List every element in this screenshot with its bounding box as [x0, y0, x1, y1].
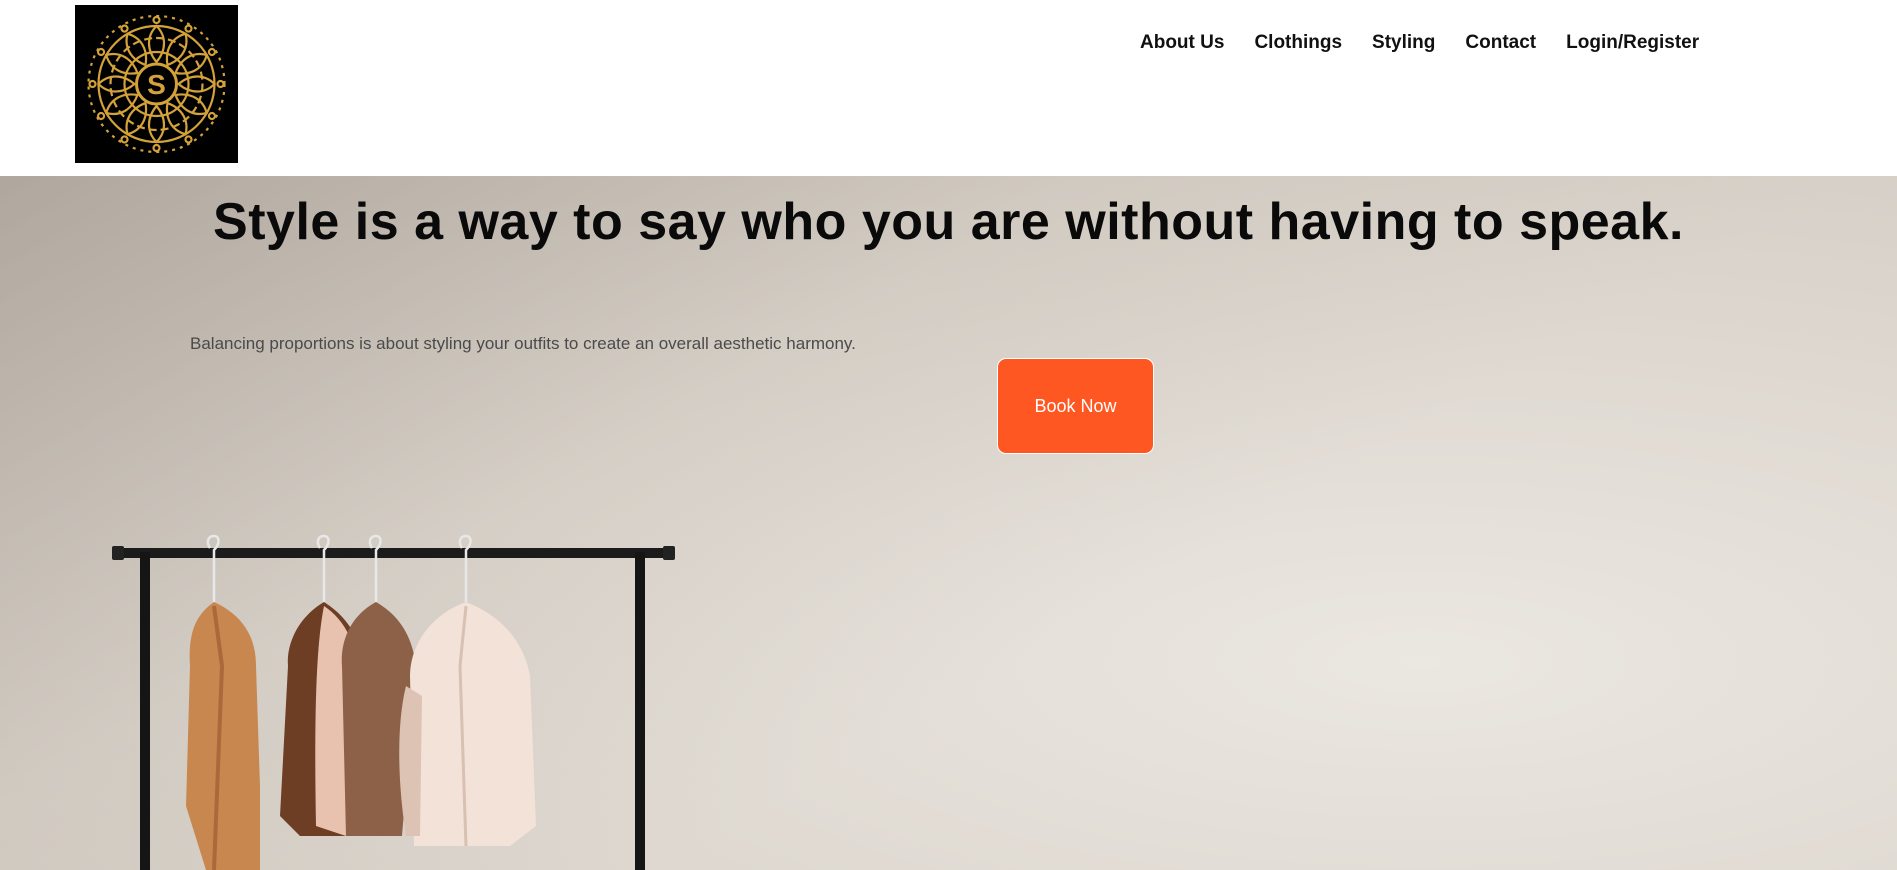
- hero-headline: Style is a way to say who you are withou…: [213, 193, 1684, 251]
- brand-logo[interactable]: S: [75, 5, 238, 163]
- nav-contact[interactable]: Contact: [1465, 32, 1536, 54]
- mandala-logo-icon: S: [75, 5, 238, 163]
- hero-subtext: Balancing proportions is about styling y…: [190, 334, 856, 353]
- site-header: S About Us Clothings Styling Contact Log…: [0, 0, 1897, 176]
- nav-clothings[interactable]: Clothings: [1254, 32, 1342, 54]
- nav-styling[interactable]: Styling: [1372, 32, 1435, 54]
- main-nav: About Us Clothings Styling Contact Login…: [1140, 30, 1729, 56]
- book-now-button[interactable]: Book Now: [997, 358, 1154, 454]
- logo-letter: S: [147, 69, 166, 100]
- nav-login-register[interactable]: Login/Register: [1566, 32, 1699, 54]
- clothing-rack-image: [112, 534, 675, 870]
- hero-section: Style is a way to say who you are withou…: [0, 176, 1897, 870]
- nav-about-us[interactable]: About Us: [1140, 32, 1224, 54]
